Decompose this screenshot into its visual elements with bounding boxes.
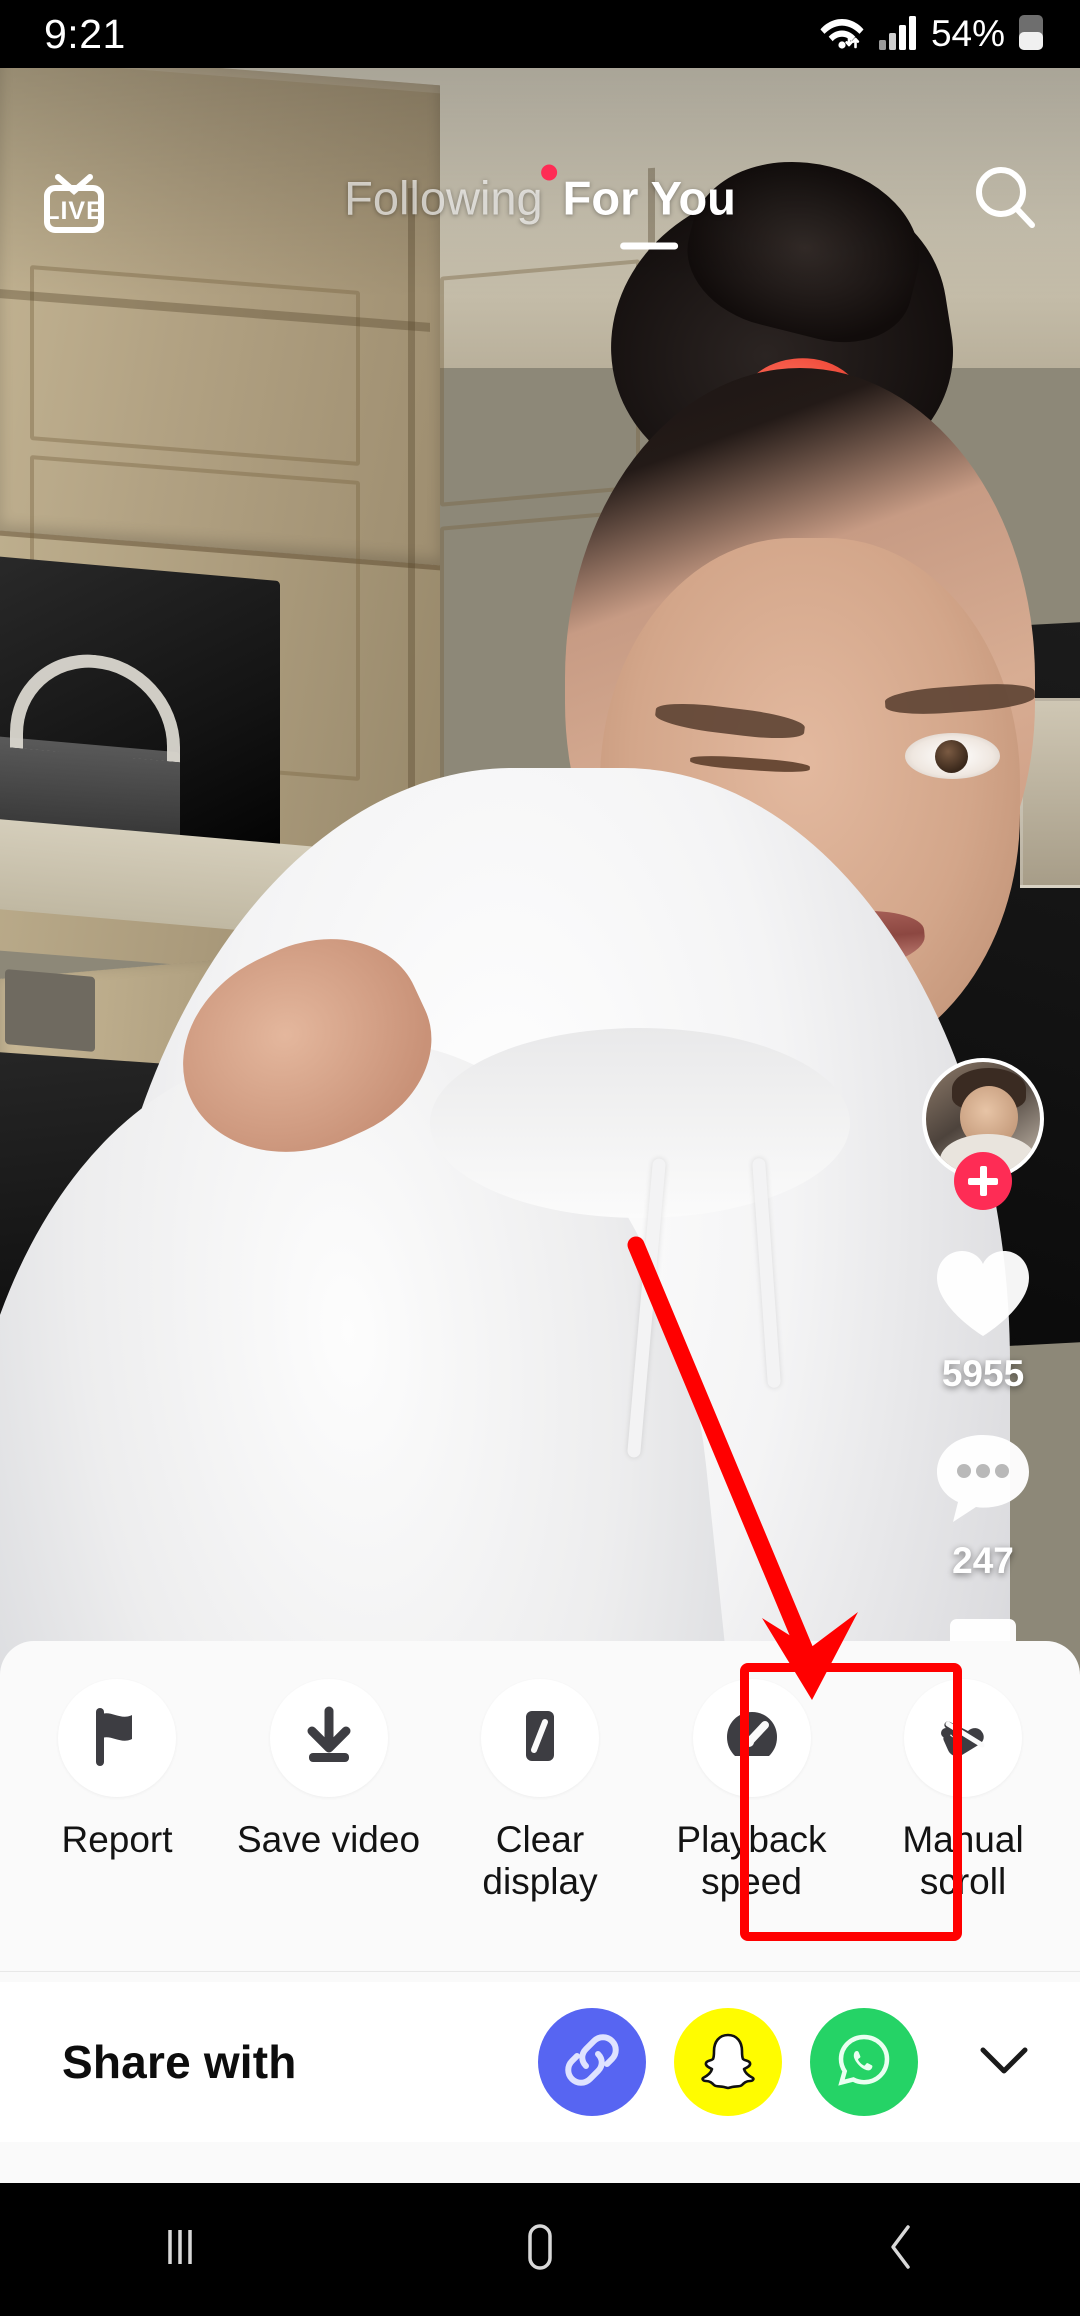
feed-tabs: Following For You [344,164,736,250]
share-with-label: Share with [62,2036,297,2088]
battery-percentage: 54% [930,13,1005,54]
share-snapchat-button[interactable] [674,2008,782,2116]
sheet-actions-row: Report Save video Clear display Playback… [0,1641,1080,1941]
live-button[interactable]: LIVE [34,161,114,241]
search-button[interactable] [966,161,1046,241]
action-playback-speed[interactable]: Playback speed [657,1679,847,1903]
action-clear-display-circle[interactable] [481,1679,599,1797]
manual-scroll-icon [932,1705,994,1772]
clear-display-icon [509,1705,571,1772]
flag-icon [86,1705,148,1772]
sheet-divider [0,1971,1080,1972]
follow-button[interactable] [954,1152,1012,1210]
tab-active-underline [620,242,679,250]
speedometer-icon [721,1705,783,1772]
tab-for-you-label: For You [562,171,736,225]
share-whatsapp-button[interactable] [810,2008,918,2116]
action-clear-display-label: Clear display [482,1819,598,1903]
action-save-video-label: Save video [236,1819,421,1860]
comment-button[interactable]: 247 [931,1429,1035,1582]
back-icon [868,2218,932,2281]
action-save-video[interactable]: Save video [234,1679,424,1861]
whatsapp-icon [833,2029,895,2096]
download-icon [298,1705,360,1772]
action-manual-scroll-circle[interactable] [904,1679,1022,1797]
snapchat-icon [698,2030,758,2095]
home-button[interactable] [465,2183,615,2316]
svg-text:LIVE: LIVE [44,197,104,225]
following-notification-dot [540,164,557,181]
share-expand-button[interactable] [974,2032,1034,2092]
action-playback-speed-label: Playback speed [676,1819,827,1903]
action-report-circle[interactable] [58,1679,176,1797]
action-report-label: Report [61,1819,173,1860]
status-bar-clock: 9:21 [44,10,126,57]
like-count: 5955 [941,1353,1025,1394]
status-bar-indicators: 54% [819,12,1044,57]
link-icon [561,2029,623,2096]
share-with-row: Share with [0,1982,1080,2142]
chevron-down-icon [975,2040,1033,2085]
top-navigation-bar: LIVE Following For You [0,136,1080,266]
tab-following[interactable]: Following [344,164,557,228]
comment-count: 247 [952,1540,1014,1581]
status-bar: 9:21 54% [0,0,1080,68]
android-navigation-bar [0,2183,1080,2316]
comment-icon [931,1429,1035,1534]
tab-for-you[interactable]: For You [562,171,736,250]
cellular-signal-icon [878,13,918,56]
back-button[interactable] [825,2183,975,2316]
action-manual-scroll[interactable]: Manual scroll [868,1679,1058,1903]
action-manual-scroll-label: Manual scroll [902,1819,1024,1903]
share-bottom-sheet: Report Save video Clear display Playback… [0,1641,1080,2183]
recents-button[interactable] [105,2183,255,2316]
share-copy-link-button[interactable] [538,2008,646,2116]
action-playback-speed-circle[interactable] [692,1679,811,1797]
wifi-icon [819,13,865,56]
tab-following-label: Following [344,171,543,225]
author-avatar-button[interactable] [922,1058,1044,1210]
heart-icon [929,1244,1037,1347]
battery-icon [1018,12,1044,57]
share-targets [538,2008,1034,2116]
action-report[interactable]: Report [22,1679,212,1861]
recents-icon [148,2220,212,2279]
action-clear-display[interactable]: Clear display [445,1679,635,1903]
action-save-video-circle[interactable] [269,1679,388,1797]
search-icon [969,162,1043,241]
home-icon [508,2218,572,2281]
like-button[interactable]: 5955 [929,1244,1037,1395]
